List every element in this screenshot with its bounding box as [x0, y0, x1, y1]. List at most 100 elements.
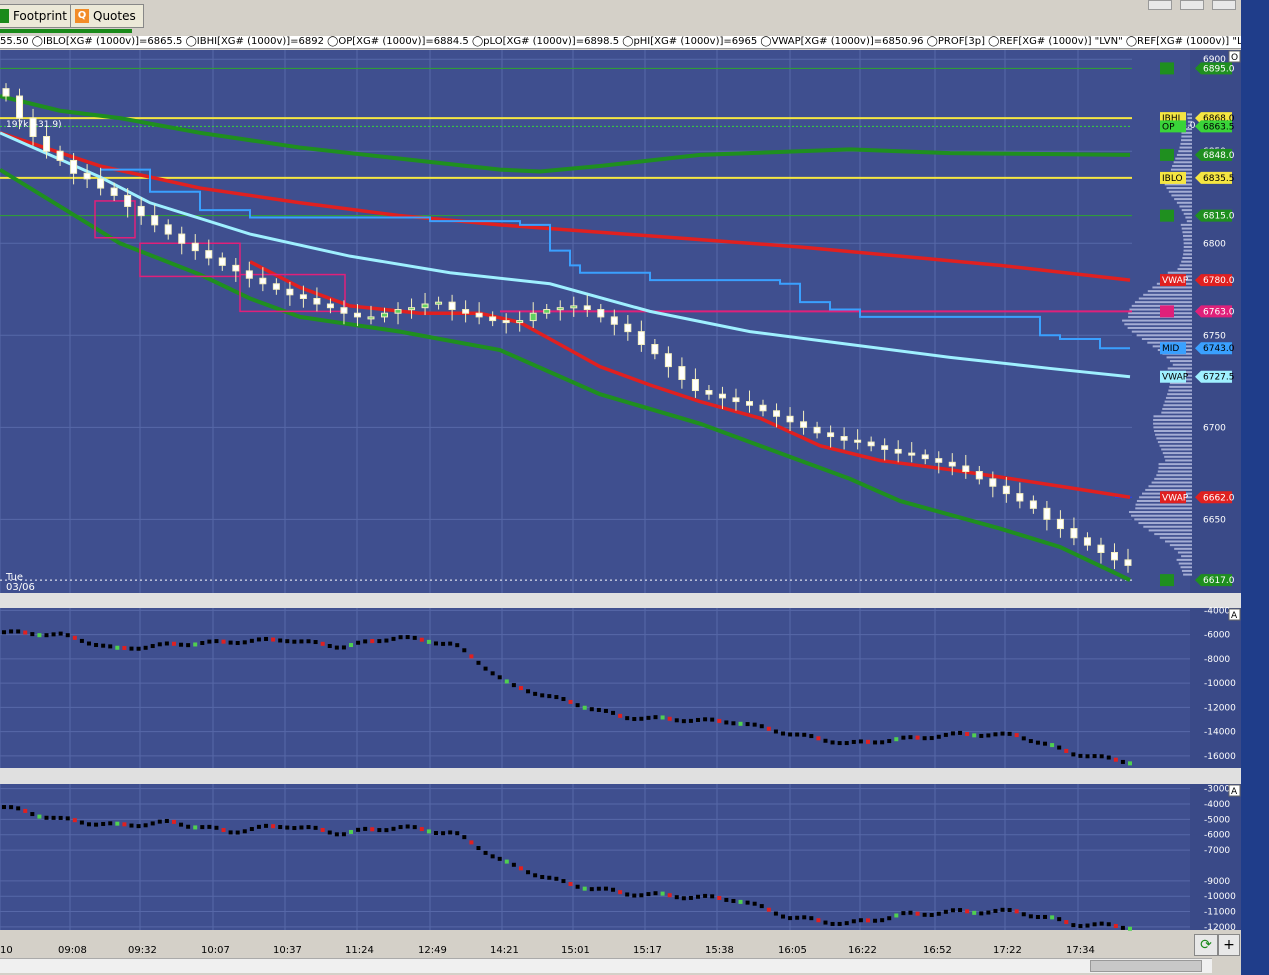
indicator-bar — [894, 737, 899, 742]
candle-body — [908, 452, 916, 456]
indicator-bar — [455, 831, 460, 836]
indicator-bar — [1092, 922, 1097, 927]
indicator-bar — [108, 644, 113, 649]
candle-body — [178, 233, 186, 244]
candle-body — [624, 323, 632, 333]
volume-profile-bar — [1181, 260, 1192, 263]
indicator-bar — [922, 912, 927, 917]
horizontal-scrollbar[interactable] — [0, 958, 1212, 973]
chart-canvas[interactable]: 690068506800675067006650197k (-31.9)Tue0… — [0, 0, 1241, 958]
indicator-tick-label: -12000 — [1204, 703, 1236, 713]
indicator-bar — [412, 635, 417, 640]
indicator-bar — [65, 633, 70, 638]
indicator-bar — [2, 805, 6, 810]
candle-body — [691, 378, 699, 392]
candle-body — [475, 312, 483, 318]
candle-body — [151, 215, 159, 226]
volume-profile-bar — [1183, 245, 1192, 248]
candle-body — [881, 445, 889, 450]
candle-body — [381, 312, 389, 318]
volume-profile-bar — [1164, 400, 1192, 403]
indicator-bar — [639, 716, 644, 721]
volume-profile-bar — [1169, 544, 1192, 547]
volume-profile-bar — [1141, 337, 1192, 340]
indicator-bar — [143, 823, 148, 828]
volume-profile-bar — [1181, 569, 1192, 572]
indicator-bar — [271, 637, 276, 642]
candle-body — [408, 307, 416, 311]
indicator-bar — [745, 722, 750, 727]
indicator-bar — [122, 822, 127, 827]
indicator-bar — [72, 635, 77, 640]
candle-body — [1070, 528, 1078, 539]
candle-body — [705, 390, 713, 395]
volume-profile-bar — [1148, 485, 1192, 488]
indicator-bar — [809, 916, 814, 921]
indicator-bar — [228, 640, 233, 645]
indicator-tick-label: -11000 — [1204, 908, 1236, 918]
volume-profile-bar — [1186, 220, 1192, 223]
indicator-tick-label: -3000 — [1204, 785, 1230, 795]
indicator-bar — [1021, 736, 1026, 741]
indicator-bar — [249, 827, 254, 832]
indicator-bar — [795, 732, 800, 737]
indicator-bar — [1092, 754, 1097, 759]
volume-profile-bar — [1153, 415, 1192, 418]
volume-profile-bar — [1156, 474, 1192, 477]
candle-body — [97, 178, 105, 189]
indicator-bar — [221, 828, 226, 833]
scrollbar-thumb[interactable] — [1090, 960, 1202, 972]
time-tick-label: 15:17 — [633, 945, 662, 956]
indicator-bar — [433, 831, 438, 836]
indicator-bar — [568, 699, 573, 704]
candle-body — [1056, 518, 1064, 530]
price-tag-value: 6863.5 — [1203, 122, 1235, 132]
candle-body — [56, 150, 64, 161]
indicator-bar — [86, 641, 91, 646]
indicator-bar — [30, 632, 35, 637]
candle-body — [435, 301, 443, 305]
indicator-bar — [1078, 924, 1083, 929]
candle-body — [840, 436, 848, 441]
volume-profile-bar — [1164, 455, 1192, 458]
indicator-bar — [950, 731, 955, 736]
refresh-button[interactable]: ⟳ — [1194, 934, 1218, 956]
indicator-bar — [164, 641, 169, 646]
price-tag-value: 6780.0 — [1203, 276, 1235, 286]
volume-profile-bar — [1178, 562, 1192, 565]
indicator-bar — [9, 805, 14, 810]
volume-profile-bar — [1179, 205, 1192, 208]
indicator-bar — [1014, 733, 1019, 738]
candle-body — [583, 305, 591, 311]
indicator-bar — [1014, 909, 1019, 914]
indicator-bar — [306, 639, 311, 644]
indicator-bar — [752, 722, 757, 727]
indicator-bar — [887, 739, 892, 744]
indicator-bar — [320, 827, 325, 832]
indicator-bar — [759, 724, 764, 729]
indicator-bar — [490, 671, 495, 676]
indicator-bar — [157, 819, 162, 824]
volume-profile-bar — [1167, 271, 1192, 274]
indicator-bar — [1028, 739, 1033, 744]
indicator-bar — [582, 886, 587, 891]
price-tag-value: 6848.0 — [1203, 151, 1235, 161]
indicator-bar — [837, 741, 842, 746]
volume-profile-bar — [1171, 194, 1192, 197]
price-tag-value: 6895.0 — [1203, 64, 1235, 74]
indicator-bar — [603, 886, 608, 891]
indicator-bar — [448, 641, 453, 646]
volume-profile-bar — [1183, 573, 1192, 576]
indicator-bar — [780, 914, 785, 919]
volume-profile-bar — [1127, 326, 1192, 329]
volume-profile-bar — [1153, 422, 1192, 425]
volume-profile-bar — [1183, 249, 1192, 252]
add-button[interactable]: + — [1218, 934, 1240, 956]
volume-profile-bar — [1167, 367, 1192, 370]
price-tag-label: OP — [1162, 122, 1175, 132]
volume-profile-bar — [1182, 231, 1192, 234]
candle-body — [894, 448, 902, 454]
indicator-bar — [412, 825, 417, 830]
volume-profile-bar — [1166, 356, 1192, 359]
candle-body — [502, 320, 510, 324]
